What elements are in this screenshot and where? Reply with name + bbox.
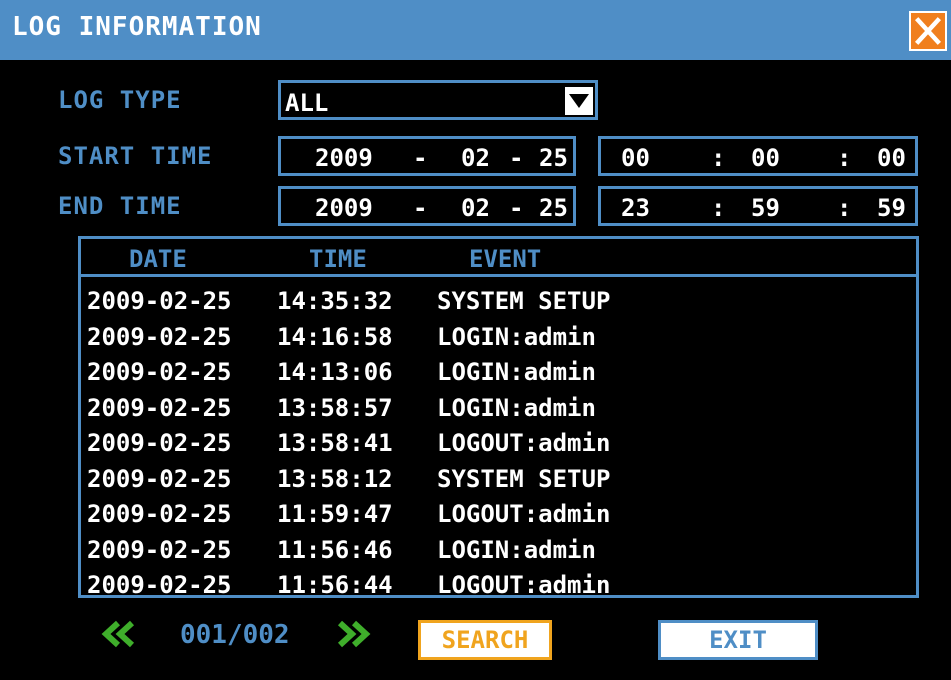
- start-year[interactable]: 2009: [315, 144, 373, 172]
- start-hour[interactable]: 00: [621, 144, 650, 172]
- table-row[interactable]: 2009-02-25 11:56:46 LOGIN:admin: [81, 532, 916, 568]
- start-date-field[interactable]: 2009 - 02 - 25: [278, 136, 576, 176]
- end-year[interactable]: 2009: [315, 194, 373, 222]
- cell-date: 2009-02-25: [87, 429, 232, 457]
- table-row[interactable]: 2009-02-25 13:58:12 SYSTEM SETUP: [81, 461, 916, 497]
- cell-date: 2009-02-25: [87, 322, 232, 351]
- start-second[interactable]: 00: [877, 144, 906, 172]
- table-row[interactable]: 2009-02-25 13:58:57 LOGIN:admin: [81, 390, 916, 426]
- column-header-date: DATE: [129, 245, 187, 273]
- date-separator: -: [413, 194, 428, 222]
- start-time-label: START TIME: [58, 142, 213, 170]
- end-date-field[interactable]: 2009 - 02 - 25: [278, 186, 576, 226]
- cell-date: 2009-02-25: [87, 535, 232, 564]
- column-header-time: TIME: [309, 245, 367, 273]
- column-header-event: EVENT: [469, 245, 542, 273]
- cell-event: LOGIN:admin: [437, 535, 596, 564]
- close-button[interactable]: [909, 11, 947, 51]
- time-separator: :: [837, 144, 852, 172]
- cell-time: 13:58:41: [277, 429, 393, 457]
- search-button[interactable]: SEARCH: [418, 620, 552, 660]
- table-row[interactable]: 2009-02-25 14:16:58 LOGIN:admin: [81, 319, 916, 355]
- cell-date: 2009-02-25: [87, 571, 232, 599]
- start-month[interactable]: 02: [461, 144, 490, 172]
- log-table-header: DATE TIME EVENT: [81, 239, 916, 277]
- cell-event: LOGIN:admin: [437, 358, 596, 386]
- end-day[interactable]: 25: [539, 194, 568, 222]
- chevron-down-icon[interactable]: [565, 87, 593, 115]
- date-separator: -: [509, 194, 524, 222]
- end-hour[interactable]: 23: [621, 194, 650, 222]
- table-row[interactable]: 2009-02-25 11:59:47 LOGOUT:admin: [81, 496, 916, 532]
- log-information-window: LOG INFORMATION LOG TYPE ALL START TIME …: [0, 0, 951, 680]
- cell-date: 2009-02-25: [87, 464, 232, 493]
- page-indicator: 001/002: [180, 620, 290, 650]
- log-table: DATE TIME EVENT 2009-02-25 14:35:32 SYSTEM…: [78, 236, 919, 599]
- table-row[interactable]: 2009-02-25 14:13:06 LOGIN:admin: [81, 354, 916, 390]
- table-row[interactable]: 2009-02-25 13:58:41 LOGOUT:admin: [81, 425, 916, 461]
- cell-date: 2009-02-25: [87, 500, 232, 528]
- cell-time: 11:56:44: [277, 571, 393, 599]
- start-clock-field[interactable]: 00 : 00 : 00: [598, 136, 918, 176]
- cell-time: 14:16:58: [277, 322, 393, 351]
- cell-event: LOGOUT:admin: [437, 571, 611, 599]
- cell-time: 11:59:47: [277, 500, 393, 528]
- end-minute[interactable]: 59: [751, 194, 780, 222]
- start-minute[interactable]: 00: [751, 144, 780, 172]
- double-chevron-left-icon[interactable]: [98, 620, 138, 648]
- cell-event: LOGIN:admin: [437, 393, 596, 422]
- end-time-label: END TIME: [58, 192, 182, 220]
- cell-date: 2009-02-25: [87, 358, 232, 386]
- table-row[interactable]: 2009-02-25 11:56:44 LOGOUT:admin: [81, 567, 916, 603]
- end-month[interactable]: 02: [461, 194, 490, 222]
- date-separator: -: [413, 144, 428, 172]
- end-clock-field[interactable]: 23 : 59 : 59: [598, 186, 918, 226]
- title-bar: LOG INFORMATION: [0, 0, 951, 60]
- log-type-select[interactable]: ALL: [278, 80, 598, 120]
- cell-event: LOGIN:admin: [437, 322, 596, 351]
- log-type-value: ALL: [285, 89, 329, 117]
- cell-event: LOGOUT:admin: [437, 429, 611, 457]
- cell-event: SYSTEM SETUP: [437, 287, 611, 315]
- cell-date: 2009-02-25: [87, 287, 232, 315]
- window-title: LOG INFORMATION: [12, 12, 262, 42]
- cell-event: LOGOUT:admin: [437, 500, 611, 528]
- date-separator: -: [509, 144, 524, 172]
- cell-event: SYSTEM SETUP: [437, 464, 611, 493]
- double-chevron-right-icon[interactable]: [334, 620, 374, 648]
- cell-time: 14:13:06: [277, 358, 393, 386]
- close-icon: [914, 17, 942, 45]
- cell-time: 14:35:32: [277, 287, 393, 315]
- time-separator: :: [711, 144, 726, 172]
- time-separator: :: [711, 194, 726, 222]
- cell-time: 13:58:57: [277, 393, 393, 422]
- cell-date: 2009-02-25: [87, 393, 232, 422]
- cell-time: 13:58:12: [277, 464, 393, 493]
- end-second[interactable]: 59: [877, 194, 906, 222]
- start-day[interactable]: 25: [539, 144, 568, 172]
- time-separator: :: [837, 194, 852, 222]
- exit-button[interactable]: EXIT: [658, 620, 818, 660]
- log-type-label: LOG TYPE: [58, 86, 182, 114]
- cell-time: 11:56:46: [277, 535, 393, 564]
- table-row[interactable]: 2009-02-25 14:35:32 SYSTEM SETUP: [81, 283, 916, 319]
